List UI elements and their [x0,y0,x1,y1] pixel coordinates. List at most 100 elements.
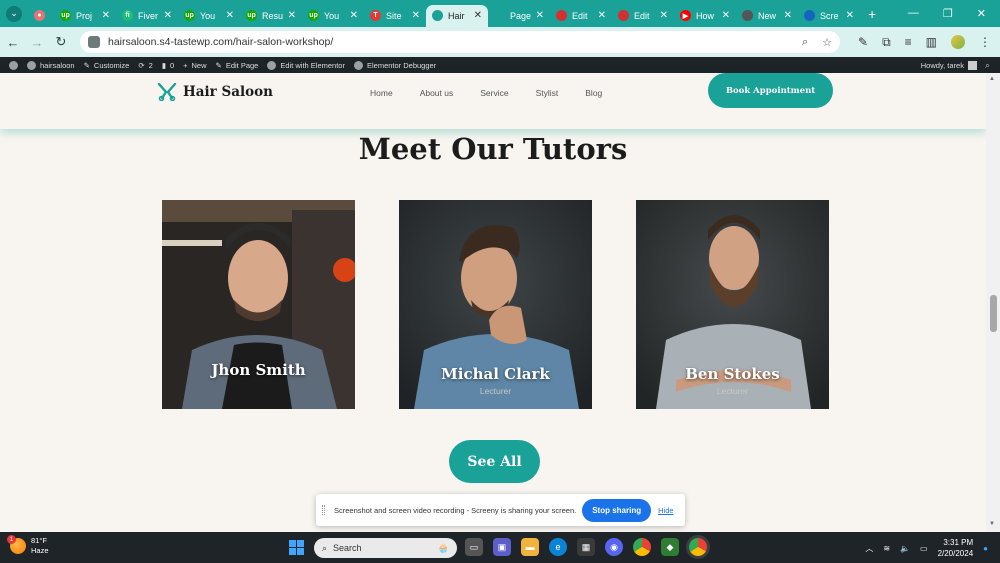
extensions-puzzle-icon[interactable]: ⧉ [882,35,891,50]
tab-close-icon[interactable]: ✕ [598,10,606,21]
weather-temp: 81°F [31,536,47,545]
forward-button[interactable]: → [26,35,48,50]
menu-home[interactable]: Home [370,88,393,98]
chrome-active-icon[interactable] [689,538,707,556]
browser-tab[interactable]: Edit ✕ [612,5,674,27]
android-studio-icon[interactable]: ◆ [661,538,679,556]
wp-site-link[interactable]: hairsaloon [27,60,75,70]
tab-close-icon[interactable]: ✕ [226,10,234,21]
wp-customize-link[interactable]: ✎ Customize [84,61,130,70]
page-scrollbar[interactable]: ▲ ▼ [986,73,1000,532]
taskbar-search[interactable]: ⌕ Search 🧁 [314,538,457,558]
browser-tab[interactable]: Hair ✕ [426,4,488,27]
wp-logo-icon[interactable] [9,60,18,70]
volume-icon[interactable]: 🔈 [900,544,910,553]
drag-handle-icon[interactable] [322,505,325,515]
menu-about[interactable]: About us [420,88,454,98]
stop-sharing-button[interactable]: Stop sharing [582,498,652,522]
wp-search-icon[interactable]: ⌕ [985,60,990,71]
browser-tab[interactable]: up You ✕ [178,5,240,27]
browser-tab[interactable]: up Proj ✕ [54,5,116,27]
wp-elementor-link[interactable]: Edit with Elementor [267,60,345,70]
info-icon [353,60,363,70]
reload-button[interactable]: ↻ [50,34,72,50]
sidepanel-icon[interactable]: ▥ [926,35,937,49]
scroll-up-icon[interactable]: ▲ [989,76,995,82]
back-button[interactable]: ← [2,35,24,50]
address-bar[interactable]: hairsaloon.s4-tastewp.com/hair-salon-wor… [80,31,840,53]
menu-stylist[interactable]: Stylist [536,88,559,98]
extension-icon[interactable]: ✎ [858,35,868,49]
new-tab-button[interactable]: + [868,6,876,22]
clock[interactable]: 3:31 PM 2/20/2024 [938,537,974,559]
share-message: Screenshot and screen video recording - … [334,505,577,515]
url-text: hairsaloon.s4-tastewp.com/hair-salon-wor… [108,36,334,48]
tutor-card[interactable]: Ben Stokes Lecturer [636,200,829,409]
tab-close-icon[interactable]: ✕ [412,10,420,21]
tab-close-icon[interactable]: ✕ [350,10,358,21]
site-logo[interactable]: Hair Saloon [157,83,273,101]
edge-icon[interactable]: e [549,538,567,556]
tab-close-icon[interactable]: ✕ [846,10,854,21]
tab-recording[interactable]: ● [28,5,54,27]
tab-label: Proj [76,10,93,21]
tab-search-button[interactable]: ⌄ [6,5,22,22]
notification-bell-icon[interactable]: ● [983,544,988,553]
tutor-card[interactable]: Michal Clark Lecturer [399,200,592,409]
browser-tab[interactable]: Page ✕ [488,5,550,27]
see-all-button[interactable]: See All [449,440,540,483]
weather-widget[interactable]: 1 81°F Haze [7,535,49,556]
hide-banner-link[interactable]: Hide [658,506,673,515]
file-explorer-icon[interactable]: ▬ [521,538,539,556]
browser-tab[interactable]: ▶ How ✕ [674,5,736,27]
wp-account-menu[interactable]: Howdy, tarek [921,60,977,70]
zoom-icon[interactable]: ⌕ [802,36,808,49]
browser-tab[interactable]: up You ✕ [302,5,364,27]
minimize-icon[interactable]: — [908,7,919,20]
site-info-icon[interactable] [88,36,100,48]
browser-tab[interactable]: Edit ✕ [550,5,612,27]
tray-chevron-icon[interactable]: ︿ [865,543,873,554]
start-button[interactable] [289,540,304,555]
tab-favicon-icon: T [370,10,381,21]
wifi-icon[interactable]: ≋ [883,544,890,553]
teams-icon[interactable]: ▣ [493,538,511,556]
browser-tab[interactable]: New ✕ [736,5,798,27]
menu-service[interactable]: Service [480,88,508,98]
restore-icon[interactable]: ❐ [943,7,953,20]
wp-edit-page-link[interactable]: ✎ Edit Page [216,61,259,70]
browser-tab[interactable]: T Site ✕ [364,5,426,27]
task-view-icon[interactable]: ▭ [465,538,483,556]
wp-debugger-link[interactable]: Elementor Debugger [353,60,436,70]
scroll-down-icon[interactable]: ▼ [989,521,995,527]
store-icon[interactable]: ▦ [577,538,595,556]
tutor-name: Ben Stokes [685,365,780,383]
close-window-icon[interactable]: ✕ [977,7,986,20]
tab-close-icon[interactable]: ✕ [288,10,296,21]
wp-updates-link[interactable]: ⟳ 2 [138,61,152,70]
battery-icon[interactable]: ▭ [920,544,928,553]
tab-close-icon[interactable]: ✕ [536,10,544,21]
tab-close-icon[interactable]: ✕ [784,10,792,21]
scroll-thumb[interactable] [990,295,997,332]
chrome-icon[interactable] [633,538,651,556]
tab-close-icon[interactable]: ✕ [164,10,172,21]
book-appointment-button[interactable]: Book Appointment [708,73,833,108]
tab-close-icon[interactable]: ✕ [474,10,482,21]
tab-close-icon[interactable]: ✕ [660,10,668,21]
menu-kebab-icon[interactable]: ⋮ [979,35,991,49]
wp-comments-link[interactable]: ▮ 0 [162,61,174,70]
media-icon[interactable]: ≡ [905,35,912,49]
discord-icon[interactable]: ◉ [605,538,623,556]
bookmark-star-icon[interactable]: ☆ [822,36,832,49]
tab-close-icon[interactable]: ✕ [102,10,110,21]
menu-blog[interactable]: Blog [585,88,602,98]
browser-tab[interactable]: up Resu ✕ [240,5,302,27]
browser-tab[interactable]: Scre ✕ [798,5,860,27]
profile-avatar[interactable] [951,35,965,49]
tab-favicon-icon [742,10,753,21]
browser-tab[interactable]: fi Fiver ✕ [116,5,178,27]
wp-new-link[interactable]: + New [183,61,206,70]
tab-close-icon[interactable]: ✕ [722,10,730,21]
tutor-card[interactable]: Jhon Smith [162,200,355,409]
